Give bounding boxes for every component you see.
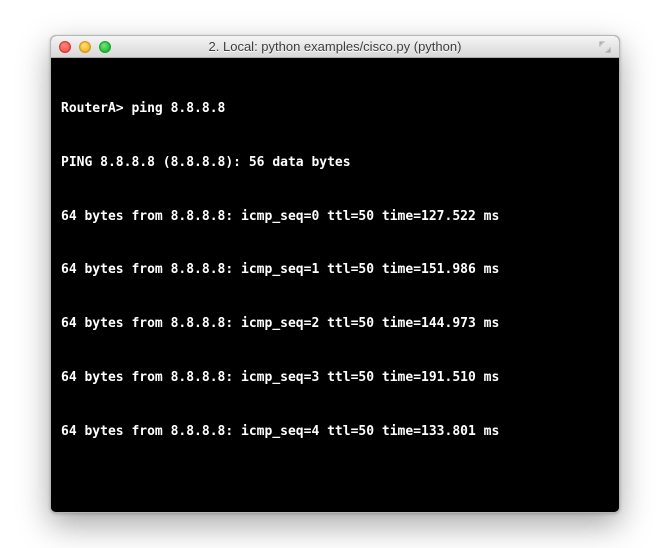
terminal-line: 64 bytes from 8.8.8.8: icmp_seq=3 ttl=50… <box>61 369 609 387</box>
close-button[interactable] <box>59 41 71 53</box>
terminal-line: 64 bytes from 8.8.8.8: icmp_seq=0 ttl=50… <box>61 208 609 226</box>
window-titlebar[interactable]: 2. Local: python examples/cisco.py (pyth… <box>51 36 619 58</box>
terminal-line: 64 bytes from 8.8.8.8: icmp_seq=4 ttl=50… <box>61 423 609 441</box>
terminal-output[interactable]: RouterA> ping 8.8.8.8 PING 8.8.8.8 (8.8.… <box>51 58 619 512</box>
terminal-line: 64 bytes from 8.8.8.8: icmp_seq=1 ttl=50… <box>61 261 609 279</box>
window-controls <box>59 41 111 53</box>
window-title: 2. Local: python examples/cisco.py (pyth… <box>51 39 619 54</box>
terminal-line: PING 8.8.8.8 (8.8.8.8): 56 data bytes <box>61 154 609 172</box>
terminal-line: 64 bytes from 8.8.8.8: icmp_seq=2 ttl=50… <box>61 315 609 333</box>
minimize-button[interactable] <box>79 41 91 53</box>
terminal-line: RouterA> ping 8.8.8.8 <box>61 100 609 118</box>
terminal-window: 2. Local: python examples/cisco.py (pyth… <box>50 35 620 513</box>
zoom-button[interactable] <box>99 41 111 53</box>
fullscreen-icon[interactable] <box>599 41 611 53</box>
